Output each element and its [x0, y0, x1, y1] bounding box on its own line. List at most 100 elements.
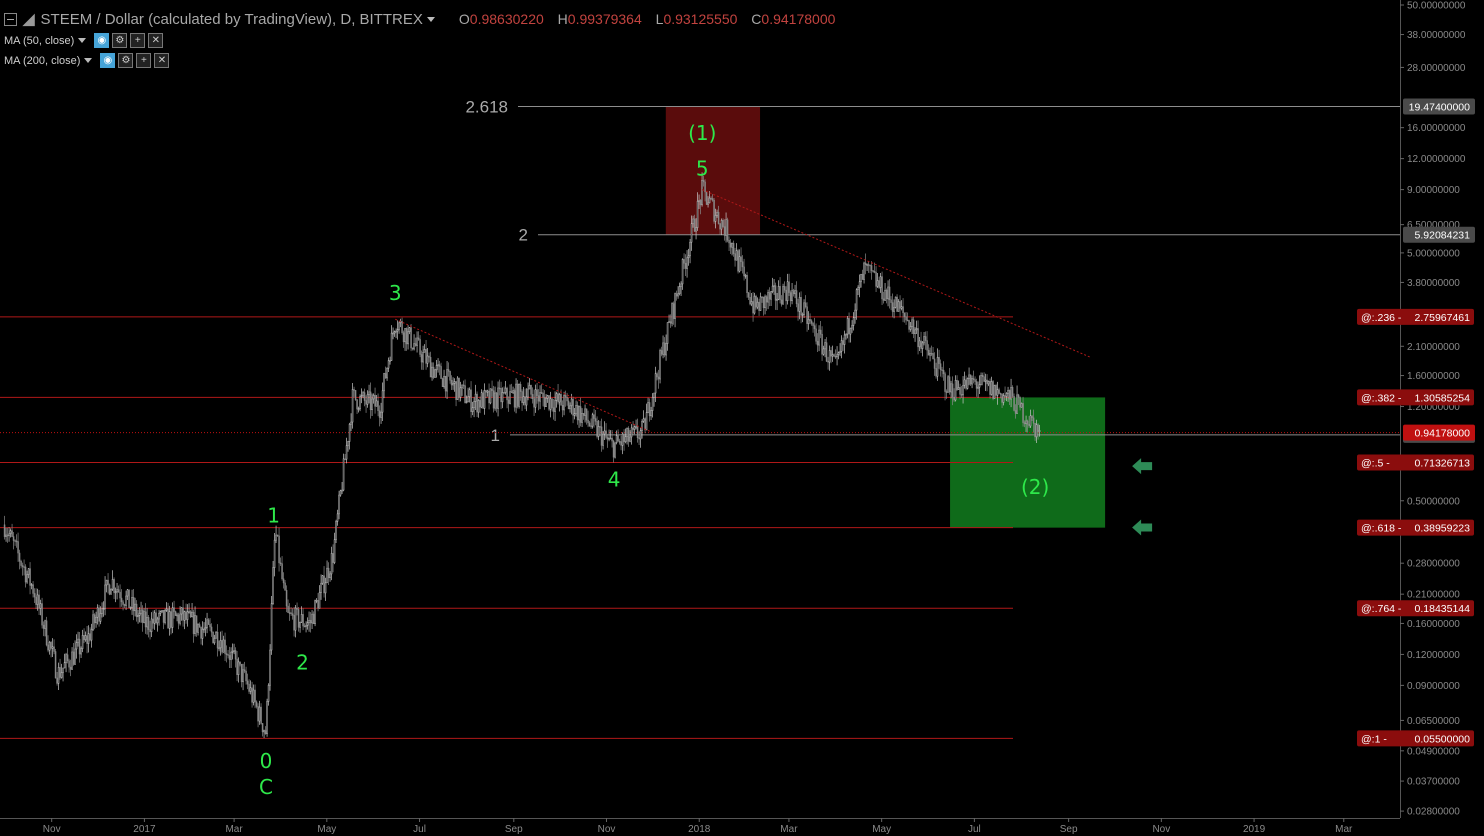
candle-body [519, 384, 522, 392]
candle [258, 700, 261, 725]
candle [315, 598, 318, 604]
candle-body [453, 381, 456, 384]
candle-body [77, 638, 79, 643]
candle-body [15, 540, 18, 543]
candle-body [198, 624, 201, 628]
candle-body [702, 180, 705, 183]
candle-body [648, 402, 651, 417]
eye-icon[interactable]: ◉ [100, 53, 116, 68]
plus-icon[interactable]: + [136, 53, 152, 68]
candle [756, 297, 759, 310]
candle [291, 608, 294, 620]
candle-body [152, 618, 154, 624]
chevron-down-icon[interactable] [84, 58, 93, 63]
candle [686, 250, 688, 278]
candle [816, 333, 819, 352]
candle-body [48, 642, 51, 651]
candle [741, 255, 744, 274]
candle-body [813, 325, 816, 330]
candle [975, 378, 978, 397]
candle-body [861, 273, 864, 280]
candle-body [230, 651, 232, 660]
candle-body [779, 286, 781, 301]
candle-body [884, 289, 886, 301]
chevron-down-icon[interactable] [78, 38, 87, 43]
chevron-down-icon[interactable] [426, 16, 435, 22]
candle-body [587, 419, 589, 424]
candle-body [866, 264, 868, 266]
fib-price-tag-value: 1.30585254 [1415, 392, 1471, 404]
plus-icon[interactable]: + [130, 33, 146, 48]
candle-body [717, 211, 720, 224]
candle-body [987, 380, 990, 385]
candle [548, 395, 550, 412]
candle-body [615, 435, 618, 444]
candle [332, 544, 334, 573]
wave-label: 3 [389, 281, 402, 305]
close-icon[interactable]: ✕ [154, 53, 170, 68]
gear-icon[interactable]: ⚙ [112, 33, 128, 48]
candle [969, 374, 972, 386]
collapse-icon[interactable] [4, 12, 17, 26]
candle-body [780, 299, 783, 305]
candle-body [687, 255, 690, 259]
candle [764, 294, 766, 315]
candle [801, 312, 804, 323]
candle-body [302, 614, 304, 627]
candle [1002, 393, 1005, 406]
candle [830, 346, 832, 364]
price-chart[interactable]: 2.61821 0C12345(1)(2) 50.0000000038.0000… [0, 0, 1484, 836]
candle [387, 357, 390, 372]
candle-body [135, 603, 138, 618]
candle-body [137, 615, 139, 618]
gear-icon[interactable]: ⚙ [118, 53, 134, 68]
candle-body [480, 392, 483, 408]
candle [638, 431, 640, 446]
indicator-ma50: MA (50, close) ◉ ⚙ + ✕ [4, 33, 166, 48]
candle [786, 273, 789, 305]
candle [368, 384, 370, 404]
candle-body [117, 589, 120, 593]
candle [1008, 389, 1011, 406]
close-icon[interactable]: ✕ [148, 33, 164, 48]
candle-body [86, 635, 88, 644]
candle [639, 427, 642, 448]
candle [821, 326, 823, 361]
candle [414, 337, 417, 347]
candle [80, 646, 82, 658]
candle [477, 399, 480, 418]
candle [731, 242, 733, 256]
candle [486, 389, 489, 397]
candle [117, 585, 120, 593]
candle [920, 331, 922, 353]
candle [498, 379, 501, 396]
candle-body [1037, 424, 1039, 432]
candle-body [666, 322, 669, 344]
candle [60, 663, 63, 679]
candle-body [485, 390, 487, 393]
candle-body [608, 438, 610, 440]
candle-body [101, 608, 103, 614]
candle [944, 371, 946, 401]
candle-body [122, 601, 124, 605]
candle [524, 388, 526, 410]
candle [798, 292, 801, 320]
candle-body [605, 430, 607, 438]
symbol-title[interactable]: STEEM / Dollar (calculated by TradingVie… [41, 11, 423, 28]
candle-body [611, 437, 613, 442]
candle [338, 490, 340, 520]
candle-body [755, 295, 757, 308]
candle-body [989, 380, 991, 395]
candle [704, 179, 706, 202]
candle-body [260, 706, 262, 724]
indicator-ma200-label[interactable]: MA (200, close) [4, 55, 80, 67]
candle-body [312, 613, 315, 625]
candle [396, 320, 399, 340]
candle [312, 611, 315, 625]
candle-body [890, 299, 892, 303]
eye-icon[interactable]: ◉ [94, 33, 110, 48]
candle-body [429, 356, 432, 378]
indicator-ma50-label[interactable]: MA (50, close) [4, 35, 74, 47]
candle [858, 274, 861, 298]
candle-body [18, 552, 21, 562]
